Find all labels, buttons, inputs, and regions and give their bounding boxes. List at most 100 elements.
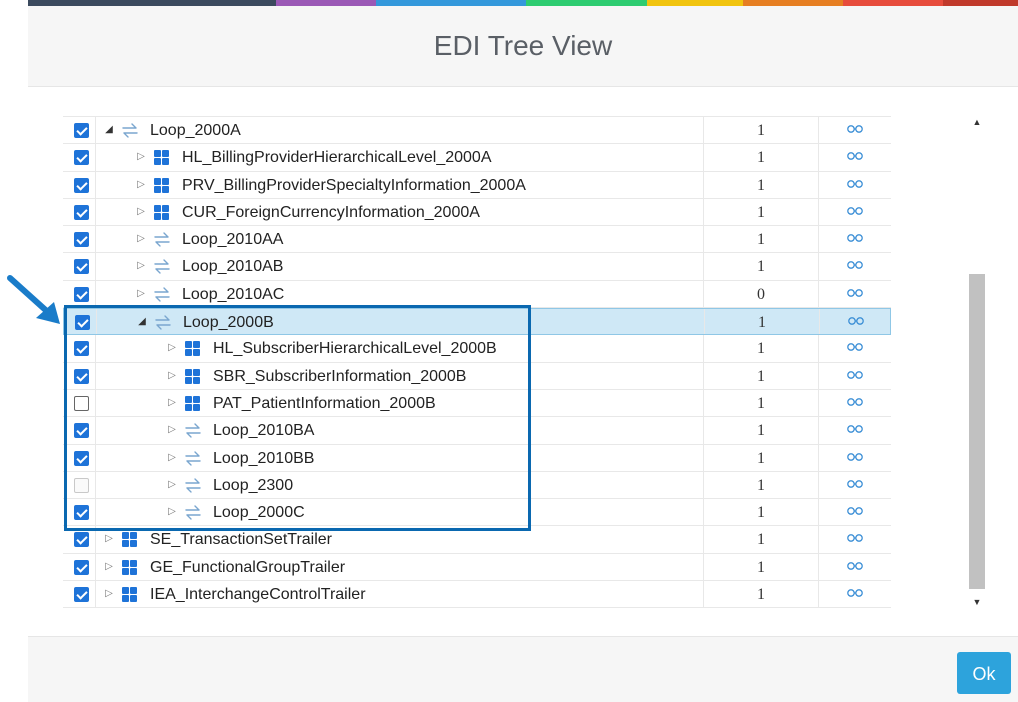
tree-row[interactable]: ◢ Loop_2000B 1 <box>63 308 891 336</box>
view-icon[interactable] <box>846 176 864 193</box>
count-cell: 0 <box>703 280 819 308</box>
tree-row[interactable]: ▷ Loop_2010AC 0 <box>63 280 891 309</box>
view-icon[interactable] <box>846 367 864 384</box>
node-label[interactable]: Loop_2010AB <box>182 258 283 276</box>
node-label[interactable]: HL_BillingProviderHierarchicalLevel_2000… <box>182 149 492 167</box>
caret-right-icon[interactable]: ▷ <box>104 561 114 573</box>
caret-right-icon[interactable]: ▷ <box>167 479 177 491</box>
caret-right-icon[interactable]: ▷ <box>167 452 177 464</box>
caret-right-icon[interactable]: ▷ <box>167 424 177 436</box>
grid-icon <box>121 586 138 603</box>
view-icon[interactable] <box>846 476 864 493</box>
tree-row[interactable]: ▷ Loop_2000C 1 <box>63 499 891 527</box>
tree-row[interactable]: ▷ Loop_2010BB 1 <box>63 444 891 472</box>
row-checkbox[interactable] <box>74 395 89 411</box>
view-icon[interactable] <box>846 585 864 602</box>
node-label[interactable]: Loop_2010AA <box>182 231 283 249</box>
row-checkbox[interactable] <box>74 587 89 603</box>
caret-right-icon[interactable]: ▷ <box>167 342 177 354</box>
caret-right-icon[interactable]: ▷ <box>136 206 146 218</box>
node-label[interactable]: Loop_2000A <box>150 122 241 140</box>
node-label[interactable]: Loop_2010BB <box>213 450 314 468</box>
caret-right-icon[interactable]: ▷ <box>104 588 114 600</box>
row-checkbox[interactable] <box>74 123 89 138</box>
caret-down-icon[interactable]: ◢ <box>104 124 114 136</box>
tree-row[interactable]: ▷ CUR_ForeignCurrencyInformation_2000A 1 <box>63 198 891 227</box>
scroll-down-icon[interactable]: ▼ <box>968 592 986 612</box>
checkbox-cell <box>63 444 96 471</box>
view-icon[interactable] <box>846 394 864 411</box>
node-label[interactable]: Loop_2000B <box>183 314 274 332</box>
tree-row[interactable]: ▷ SE_TransactionSetTrailer 1 <box>63 526 891 554</box>
node-label[interactable]: Loop_2010AC <box>182 286 284 304</box>
tree-row[interactable]: ▷ GE_FunctionalGroupTrailer 1 <box>63 553 891 582</box>
tree-row[interactable]: ▷ Loop_2010BA 1 <box>63 417 891 445</box>
view-icon[interactable] <box>846 203 864 220</box>
tree-row[interactable]: ▷ HL_BillingProviderHierarchicalLevel_200… <box>63 144 891 172</box>
caret-right-icon[interactable]: ▷ <box>136 288 146 300</box>
row-checkbox[interactable] <box>74 532 89 548</box>
row-checkbox[interactable] <box>74 450 89 466</box>
tree-row[interactable]: ▷ Loop_2300 1 <box>63 471 891 500</box>
tree-row[interactable]: ▷ Loop_2010AA 1 <box>63 226 891 254</box>
caret-right-icon[interactable]: ▷ <box>136 151 146 163</box>
row-checkbox[interactable] <box>74 423 89 439</box>
node-label[interactable]: HL_SubscriberHierarchicalLevel_2000B <box>213 340 497 358</box>
view-icon[interactable] <box>847 313 865 330</box>
node-label[interactable]: Loop_2010BA <box>213 422 314 440</box>
row-checkbox[interactable] <box>74 477 89 493</box>
row-checkbox[interactable] <box>74 259 89 275</box>
row-checkbox[interactable] <box>74 505 89 521</box>
node-label[interactable]: PAT_PatientInformation_2000B <box>213 395 436 413</box>
caret-right-icon[interactable]: ▷ <box>104 533 114 545</box>
scrollbar-thumb[interactable] <box>969 274 985 589</box>
node-label[interactable]: IEA_InterchangeControlTrailer <box>150 586 366 604</box>
row-checkbox[interactable] <box>74 368 89 384</box>
node-label[interactable]: SE_TransactionSetTrailer <box>150 531 332 549</box>
caret-down-icon[interactable]: ◢ <box>137 316 147 328</box>
vertical-scrollbar[interactable]: ▲ ▼ <box>968 112 986 612</box>
grid-icon <box>184 395 201 412</box>
node-label[interactable]: GE_FunctionalGroupTrailer <box>150 559 345 577</box>
caret-right-icon[interactable]: ▷ <box>136 233 146 245</box>
tree-row[interactable]: ▷ PAT_PatientInformation_2000B 1 <box>63 389 891 418</box>
row-checkbox[interactable] <box>74 559 89 575</box>
ok-button[interactable]: Ok <box>957 652 1011 694</box>
view-icon[interactable] <box>846 257 864 274</box>
node-label[interactable]: CUR_ForeignCurrencyInformation_2000A <box>182 204 480 222</box>
caret-right-icon[interactable]: ▷ <box>167 506 177 518</box>
tree-row[interactable]: ▷ SBR_SubscriberInformation_2000B 1 <box>63 362 891 390</box>
tree-row[interactable]: ▷ PRV_BillingProviderSpecialtyInformation… <box>63 171 891 199</box>
caret-right-icon[interactable]: ▷ <box>167 370 177 382</box>
view-icon[interactable] <box>846 449 864 466</box>
node-label[interactable]: SBR_SubscriberInformation_2000B <box>213 368 466 386</box>
node-label[interactable]: PRV_BillingProviderSpecialtyInformation_… <box>182 177 526 195</box>
view-icon[interactable] <box>846 558 864 575</box>
row-checkbox[interactable] <box>74 204 89 220</box>
view-icon[interactable] <box>846 230 864 247</box>
node-label[interactable]: Loop_2300 <box>213 477 293 495</box>
tree-row[interactable]: ▷ HL_SubscriberHierarchicalLevel_2000B 1 <box>63 335 891 363</box>
view-icon[interactable] <box>846 503 864 520</box>
caret-right-icon[interactable]: ▷ <box>136 179 146 191</box>
view-cell <box>819 253 891 279</box>
row-checkbox[interactable] <box>75 315 90 331</box>
row-checkbox[interactable] <box>74 150 89 166</box>
view-icon[interactable] <box>846 285 864 302</box>
view-icon[interactable] <box>846 121 864 138</box>
view-icon[interactable] <box>846 148 864 165</box>
view-icon[interactable] <box>846 530 864 547</box>
view-icon[interactable] <box>846 421 864 438</box>
row-checkbox[interactable] <box>74 177 89 193</box>
caret-right-icon[interactable]: ▷ <box>136 260 146 272</box>
row-checkbox[interactable] <box>74 341 89 357</box>
tree-row[interactable]: ◢ Loop_2000A 1 <box>63 117 891 145</box>
tree-row[interactable]: ▷ IEA_InterchangeControlTrailer 1 <box>63 581 891 609</box>
tree-row[interactable]: ▷ Loop_2010AB 1 <box>63 253 891 281</box>
row-checkbox[interactable] <box>74 286 89 302</box>
view-icon[interactable] <box>846 339 864 356</box>
node-label[interactable]: Loop_2000C <box>213 504 305 522</box>
caret-right-icon[interactable]: ▷ <box>167 397 177 409</box>
row-checkbox[interactable] <box>74 232 89 248</box>
scroll-up-icon[interactable]: ▲ <box>968 112 986 132</box>
